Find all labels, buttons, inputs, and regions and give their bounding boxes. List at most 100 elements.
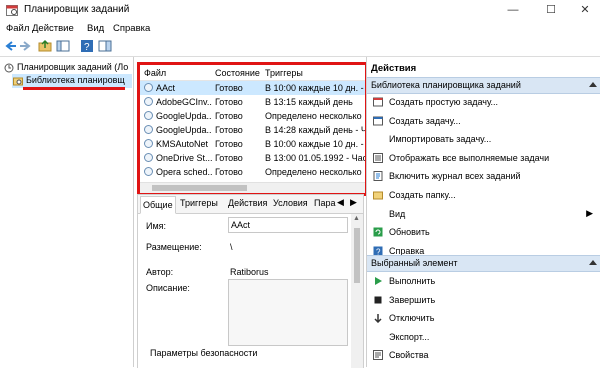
task-status: Готово xyxy=(215,97,243,107)
task-status: Готово xyxy=(215,111,243,121)
action-label: Создать задачу... xyxy=(389,115,461,126)
description-field[interactable] xyxy=(228,279,348,346)
help-icon[interactable]: ? xyxy=(80,39,94,53)
tab-scroll-right-icon[interactable]: ▶ xyxy=(348,197,359,211)
action-item[interactable]: Включить журнал всех заданий xyxy=(367,168,600,185)
action-label: Создать папку... xyxy=(389,190,456,200)
task-row[interactable]: Opera sched... Готово Определено несколько xyxy=(140,165,365,179)
action-label: Отображать все выполняемые задачи xyxy=(389,152,550,163)
play-icon xyxy=(373,276,383,286)
task-icon xyxy=(144,139,153,148)
task-name: AdobeGCInv... xyxy=(156,97,212,107)
log-icon xyxy=(373,171,383,182)
action-item[interactable]: Экспорт... xyxy=(367,329,600,346)
action-item[interactable]: Создать простую задачу... xyxy=(367,94,600,111)
action-item[interactable]: Выполнить xyxy=(367,273,600,290)
forward-arrow-icon[interactable] xyxy=(18,39,32,53)
maximize-button[interactable]: ☐ xyxy=(538,2,564,18)
section-selected-label: Выбранный элемент xyxy=(371,258,458,268)
task-row[interactable]: AdobeGCInv... Готово В 13:15 каждый день xyxy=(140,95,365,109)
disable-icon xyxy=(373,313,383,324)
task-trigger: В 13:00 01.05.1992 - Част xyxy=(265,153,365,163)
action-label: Экспорт... xyxy=(389,331,430,342)
section-selected-item[interactable]: Выбранный элемент xyxy=(367,255,600,272)
action-label: Вид xyxy=(389,208,406,219)
minimize-button[interactable]: — xyxy=(500,2,526,18)
column-header-triggers[interactable]: Триггеры xyxy=(265,68,303,78)
collapse-caret-icon[interactable] xyxy=(589,260,597,265)
action-item[interactable]: Завершить xyxy=(367,292,600,309)
task-trigger: Определено несколько xyxy=(265,111,362,121)
task-trigger: В 10:00 каждые 10 дн. - xyxy=(265,139,364,149)
action-label: Свойства xyxy=(389,350,429,361)
tab-parameters[interactable]: Пара xyxy=(312,198,338,212)
details-vscrollbar[interactable]: ▲ xyxy=(351,214,363,368)
action-label: Завершить xyxy=(389,294,436,305)
column-header-status[interactable]: Состояние xyxy=(215,68,260,78)
close-button[interactable]: ✕ xyxy=(572,2,598,18)
tab-actions[interactable]: Действия xyxy=(226,198,269,212)
tab-triggers[interactable]: Триггеры xyxy=(178,198,220,212)
tab-scroll-left-icon[interactable]: ◀ xyxy=(335,197,346,211)
library-highlight-underline xyxy=(23,87,125,90)
section-library[interactable]: Библиотека планировщика заданий xyxy=(367,77,600,94)
menu-action[interactable]: Действие xyxy=(32,23,74,34)
task-name: OneDrive St... xyxy=(156,153,212,163)
action-label: Импортировать задачу... xyxy=(389,134,492,145)
task-wizard-icon xyxy=(373,97,383,107)
up-folder-icon[interactable] xyxy=(38,39,52,53)
tab-general[interactable]: Общие xyxy=(140,196,176,214)
tree-item-root[interactable]: Планировщик заданий (Ло xyxy=(0,61,133,75)
action-item[interactable]: Обновить xyxy=(367,224,600,241)
name-field[interactable]: AAct xyxy=(228,217,348,233)
column-header-name[interactable]: Файл xyxy=(144,68,166,78)
action-label: Обновить xyxy=(389,227,430,238)
action-item[interactable]: Импортировать задачу... xyxy=(367,131,600,148)
task-row[interactable]: KMSAutoNet Готово В 10:00 каждые 10 дн. - xyxy=(140,137,365,151)
author-value: Ratiborus xyxy=(230,267,269,277)
action-item[interactable]: Создать папку... xyxy=(367,187,600,204)
menu-file[interactable]: Файл xyxy=(6,23,29,34)
refresh-icon xyxy=(373,227,383,237)
task-status: Готово xyxy=(215,153,243,163)
back-arrow-icon[interactable] xyxy=(4,39,18,53)
task-list-header: Файл Состояние Триггеры xyxy=(140,65,365,81)
task-trigger: Определено несколько xyxy=(265,167,362,177)
action-item[interactable]: Вид ▶ xyxy=(367,206,600,223)
tree-root-label: Планировщик заданий (Ло xyxy=(17,62,129,72)
name-label: Имя: xyxy=(146,221,167,231)
task-name: GoogleUpda... xyxy=(156,111,212,121)
library-folder-icon xyxy=(13,77,23,86)
scheduler-app-icon xyxy=(6,5,18,16)
tab-conditions[interactable]: Условия xyxy=(271,198,310,212)
task-icon xyxy=(144,111,153,120)
hscroll-thumb[interactable] xyxy=(152,185,247,191)
scroll-up-icon[interactable]: ▲ xyxy=(353,215,360,222)
details-tabs: Общие Триггеры Действия Условия Пара ◀ ▶ xyxy=(138,195,363,214)
action-label: Выполнить xyxy=(389,276,436,286)
collapse-caret-icon[interactable] xyxy=(589,82,597,87)
properties-icon xyxy=(373,350,383,361)
action-item[interactable]: Создать задачу... xyxy=(367,113,600,130)
task-row[interactable]: GoogleUpda... Готово Определено несколько xyxy=(140,109,365,123)
tree-library-label: Библиотека планировщ xyxy=(26,75,125,85)
details-pane-icon[interactable] xyxy=(98,39,112,53)
menu-help[interactable]: Справка xyxy=(113,23,150,34)
action-item[interactable]: Отключить xyxy=(367,310,600,327)
task-icon xyxy=(373,116,383,126)
menu-bar: Файл Действие Вид Справка xyxy=(0,20,600,36)
action-item[interactable]: Отображать все выполняемые задачи xyxy=(367,150,600,167)
vscroll-thumb[interactable] xyxy=(354,228,360,283)
task-list-hscrollbar[interactable] xyxy=(140,182,365,193)
scheduler-clock-icon xyxy=(4,63,14,73)
menu-view[interactable]: Вид xyxy=(87,23,104,34)
action-item[interactable]: Свойства xyxy=(367,347,600,364)
tree-item-library[interactable]: › Библиотека планировщ xyxy=(12,74,132,88)
task-row[interactable]: AAct Готово В 10:00 каждые 10 дн. - xyxy=(140,81,365,95)
task-trigger: В 13:15 каждый день xyxy=(265,97,353,107)
task-row[interactable]: GoogleUpda... Готово В 14:28 каждый день -… xyxy=(140,123,365,137)
task-icon xyxy=(144,97,153,106)
task-trigger: В 10:00 каждые 10 дн. - xyxy=(265,83,364,93)
show-pane-icon[interactable] xyxy=(56,39,70,53)
task-row[interactable]: OneDrive St... Готово В 13:00 01.05.1992 -… xyxy=(140,151,365,165)
